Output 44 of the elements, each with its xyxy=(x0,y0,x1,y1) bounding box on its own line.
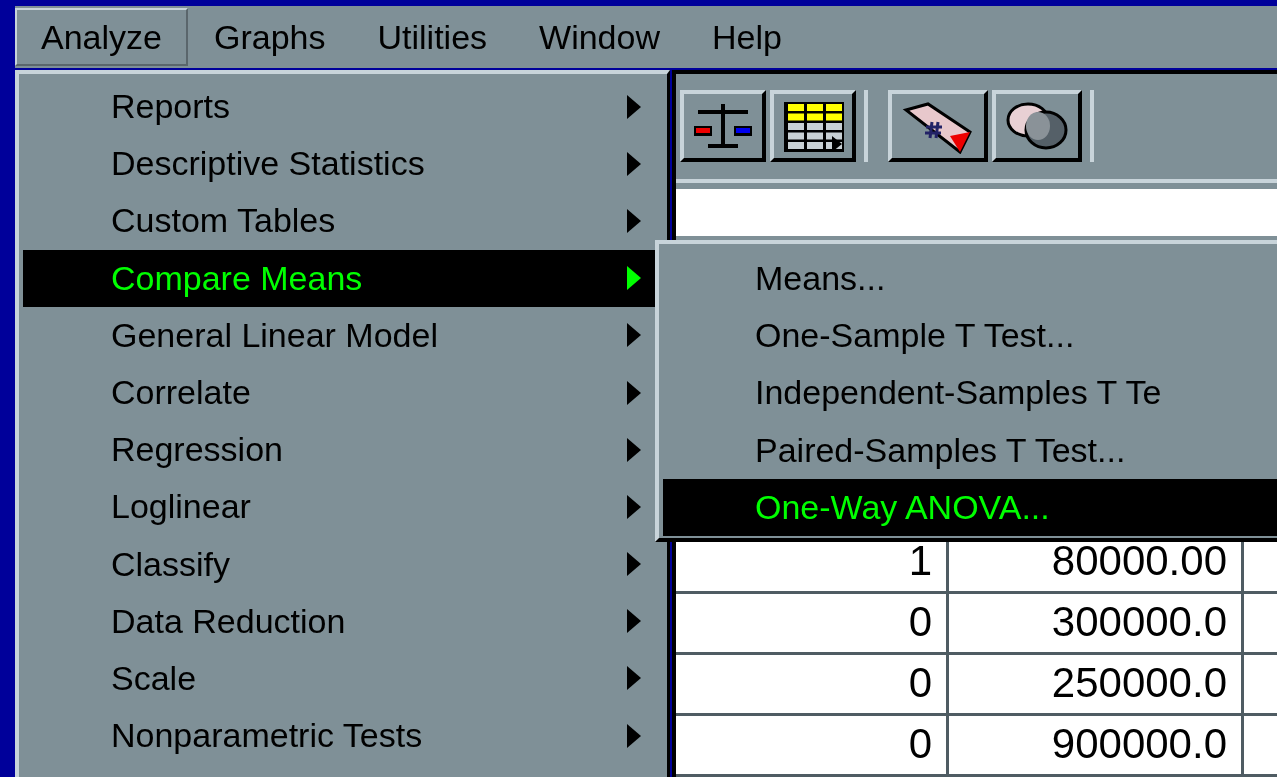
submenu-arrow-icon xyxy=(627,208,641,233)
submenu-arrow-icon xyxy=(627,666,641,691)
submenu-arrow-icon xyxy=(627,266,641,291)
table-cell: 0 xyxy=(676,716,949,774)
menu-item[interactable]: Correlate xyxy=(23,363,663,422)
menu-item[interactable]: Loglinear xyxy=(23,478,663,536)
menu-item[interactable]: Reports xyxy=(23,78,663,136)
table-cell: 0 xyxy=(676,655,949,713)
submenu-arrow-icon xyxy=(627,323,641,348)
submenu-arrow-icon xyxy=(627,437,641,462)
menu-item[interactable]: Paired-Samples T Test... xyxy=(663,421,1277,479)
menu-item[interactable]: Classify xyxy=(23,535,663,593)
menu-item[interactable]: Scale xyxy=(23,649,663,708)
menu-item[interactable]: Means... xyxy=(663,250,1277,308)
menu-item[interactable]: Regression xyxy=(23,421,663,479)
menu-item[interactable]: Descriptive Statistics xyxy=(23,135,663,193)
menu-item[interactable]: One-Way ANOVA... xyxy=(663,478,1277,536)
submenu-arrow-icon xyxy=(627,151,641,176)
menu-bar-item[interactable]: Help xyxy=(686,8,808,66)
submenu-arrow-icon xyxy=(627,94,641,119)
tag-icon[interactable] xyxy=(888,90,988,163)
table-cell: 250000.0 xyxy=(949,655,1244,713)
submenu-arrow-icon xyxy=(627,723,641,748)
menu-item[interactable]: One-Sample T Test... xyxy=(663,307,1277,365)
menu-bar-item[interactable]: Analyze xyxy=(15,8,188,66)
menu-item[interactable]: Custom Tables xyxy=(23,192,663,250)
table-cell: 900000.0 xyxy=(949,716,1244,774)
submenu-arrow-icon xyxy=(627,609,641,634)
menu-bar-item[interactable]: Graphs xyxy=(187,8,352,66)
menu-item[interactable]: Independent-Samples T Te xyxy=(663,364,1277,422)
submenu-arrow-icon xyxy=(627,552,641,577)
cylinder-icon[interactable] xyxy=(992,90,1082,163)
menu-bar-item[interactable]: Window xyxy=(513,8,686,66)
input-field[interactable] xyxy=(676,188,1277,237)
submenu-arrow-icon xyxy=(627,380,641,405)
menu-bar-item[interactable]: Utilities xyxy=(351,8,514,66)
menu-item[interactable]: Data Reduction xyxy=(23,592,663,650)
menu-item[interactable]: General Linear Model xyxy=(23,306,663,364)
table-cell: 300000.0 xyxy=(949,594,1244,652)
table-cell: 0 xyxy=(676,594,949,652)
submenu-arrow-icon xyxy=(627,494,641,519)
scale-icon[interactable] xyxy=(680,90,766,163)
grid-table-icon[interactable] xyxy=(770,90,856,163)
menu-item[interactable]: Nonparametric Tests xyxy=(23,707,663,765)
